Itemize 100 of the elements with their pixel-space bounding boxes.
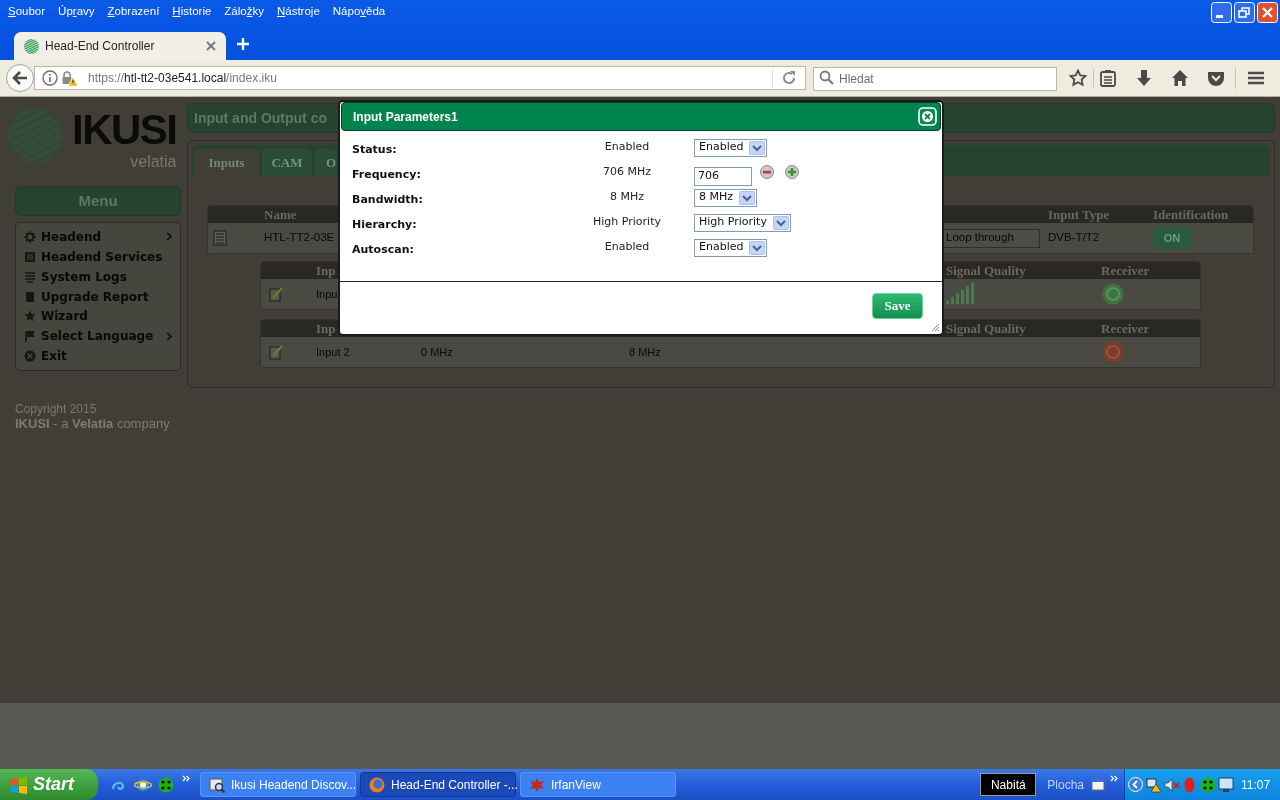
column-header: Identification: [1153, 206, 1229, 222]
menu-item[interactable]: Nástroje: [276, 4, 320, 18]
column-header: Input Type: [1048, 206, 1110, 222]
info-icon[interactable]: [42, 70, 58, 86]
pocket-icon[interactable]: [1207, 70, 1225, 86]
double-chevron-icon[interactable]: [1110, 775, 1118, 782]
dropdown[interactable]: Loop through: [943, 228, 1040, 248]
taskbar-button[interactable]: Ikusi Headend Discov...: [200, 772, 356, 797]
menu-item[interactable]: Headend Services: [24, 246, 172, 267]
number-field[interactable]: 706: [694, 167, 752, 186]
back-arrow-icon: [12, 71, 28, 85]
spotted-ball-icon[interactable]: [158, 776, 174, 793]
menu-icon[interactable]: [1248, 71, 1264, 85]
menu-item[interactable]: Exit: [24, 346, 172, 366]
menu-item[interactable]: Záložky: [224, 4, 264, 18]
menu-item[interactable]: Historie: [172, 4, 212, 18]
start-button[interactable]: Start: [0, 769, 98, 800]
monitor-icon[interactable]: [1218, 776, 1234, 793]
taskbar-button[interactable]: IrfanView: [520, 772, 676, 797]
clock: 11:07: [1241, 776, 1271, 794]
field-value: 706 MHz: [603, 164, 651, 181]
chevron-right-icon: [166, 232, 172, 242]
dialog-title: Input Parameters1: [353, 108, 458, 126]
plus-icon[interactable]: [785, 165, 799, 179]
lock-warning-icon[interactable]: [61, 70, 78, 86]
back-button[interactable]: [6, 64, 34, 92]
search-field[interactable]: Hledat: [813, 67, 1057, 91]
download-icon[interactable]: [1136, 69, 1152, 87]
close-icon[interactable]: [206, 41, 216, 51]
edit-icon: [269, 344, 283, 360]
dropdown[interactable]: 8 MHz: [694, 188, 758, 207]
home-icon[interactable]: [1171, 69, 1189, 87]
tab[interactable]: Inputs: [194, 149, 259, 176]
address-field[interactable]: https://htl-tt2-03e541.local/index.iku: [34, 66, 806, 90]
menu-item[interactable]: System Logs: [24, 266, 172, 287]
search-icon: [819, 70, 834, 85]
star-icon: [24, 310, 36, 323]
tooltip: Nabitá: [980, 773, 1037, 796]
document-stack-icon: [213, 230, 227, 246]
column-header: Signal Quality: [946, 320, 1026, 336]
taskbar-button[interactable]: Head-End Controller -...: [360, 772, 516, 797]
flag-icon: [24, 330, 36, 343]
field-value: Enabled: [604, 139, 650, 156]
menu-item[interactable]: Select Language: [24, 326, 172, 347]
column-header: Signal Quality: [946, 262, 1026, 278]
menu-item[interactable]: Upgrade Report: [24, 286, 172, 307]
reload-icon[interactable]: [781, 70, 797, 86]
chevron-right-icon: [166, 331, 172, 341]
column-header: Name: [264, 206, 297, 222]
speaker-muted-icon[interactable]: [1164, 776, 1180, 793]
clipboard-list-icon[interactable]: [1100, 69, 1116, 87]
toggle-button[interactable]: ON: [1153, 227, 1191, 249]
restore-icon[interactable]: [1234, 2, 1255, 23]
four-pane-flag-icon: [10, 775, 28, 794]
lines-icon: [24, 270, 36, 283]
splat-icon: [529, 776, 545, 793]
field-label: Bandwidth:: [352, 192, 423, 206]
double-chevron-icon[interactable]: [182, 775, 190, 782]
input-name: Inpu: [316, 287, 338, 300]
tab[interactable]: CAM: [262, 149, 312, 176]
menu-item[interactable]: Soubor: [8, 4, 46, 18]
globe-icon: [369, 776, 385, 793]
menu-item[interactable]: Headend: [24, 227, 172, 247]
minimize-icon[interactable]: [1211, 2, 1232, 23]
edit-icon: [269, 286, 283, 302]
column-header: Inp: [316, 262, 336, 278]
spotted-ball-icon[interactable]: [1200, 776, 1216, 793]
tab[interactable]: O: [315, 149, 337, 176]
menu-item[interactable]: Úpravy: [58, 4, 95, 18]
star-icon[interactable]: [1069, 69, 1087, 87]
desktop-icon[interactable]: [1091, 777, 1105, 792]
magnifier-window-icon: [209, 776, 225, 793]
field-label: Autoscan:: [352, 242, 414, 256]
input-type: DVB-T/T2: [1048, 231, 1100, 244]
column-header: Receiver: [1101, 320, 1150, 336]
company-text: IKUSI - a Velatia company: [15, 416, 171, 432]
signal-bars-icon: [946, 282, 975, 306]
field-value: High Priority: [593, 214, 661, 231]
menu-item[interactable]: Nápověda: [332, 4, 386, 18]
minus-icon[interactable]: [760, 165, 774, 179]
dropdown[interactable]: High Priority: [694, 213, 791, 232]
ringed-globe-icon[interactable]: [134, 776, 152, 793]
column-header: Inp: [316, 320, 336, 336]
browser-tab[interactable]: Head-End Controller: [14, 32, 226, 60]
menu-item[interactable]: Zobrazení: [107, 4, 160, 18]
save-button[interactable]: Save: [872, 293, 923, 319]
logo-tagline: velatia: [130, 154, 177, 170]
resize-grip-icon: [931, 323, 940, 332]
network-warning-icon[interactable]: [1146, 776, 1162, 793]
toolbar-label: Plocha: [1047, 776, 1084, 794]
device-name: HTL-TT2-03E: [264, 231, 335, 244]
dropdown[interactable]: Enabled: [694, 238, 768, 257]
x-circle-icon: [24, 350, 36, 363]
menu-item[interactable]: Wizard: [24, 306, 172, 327]
field-value: Enabled: [604, 239, 650, 256]
dropdown[interactable]: Enabled: [694, 138, 768, 157]
chevron-left-icon[interactable]: [1128, 777, 1143, 792]
document-icon: [24, 290, 36, 303]
list-icon: [24, 250, 36, 263]
bandwidth-text: 8 MHz: [629, 345, 661, 358]
